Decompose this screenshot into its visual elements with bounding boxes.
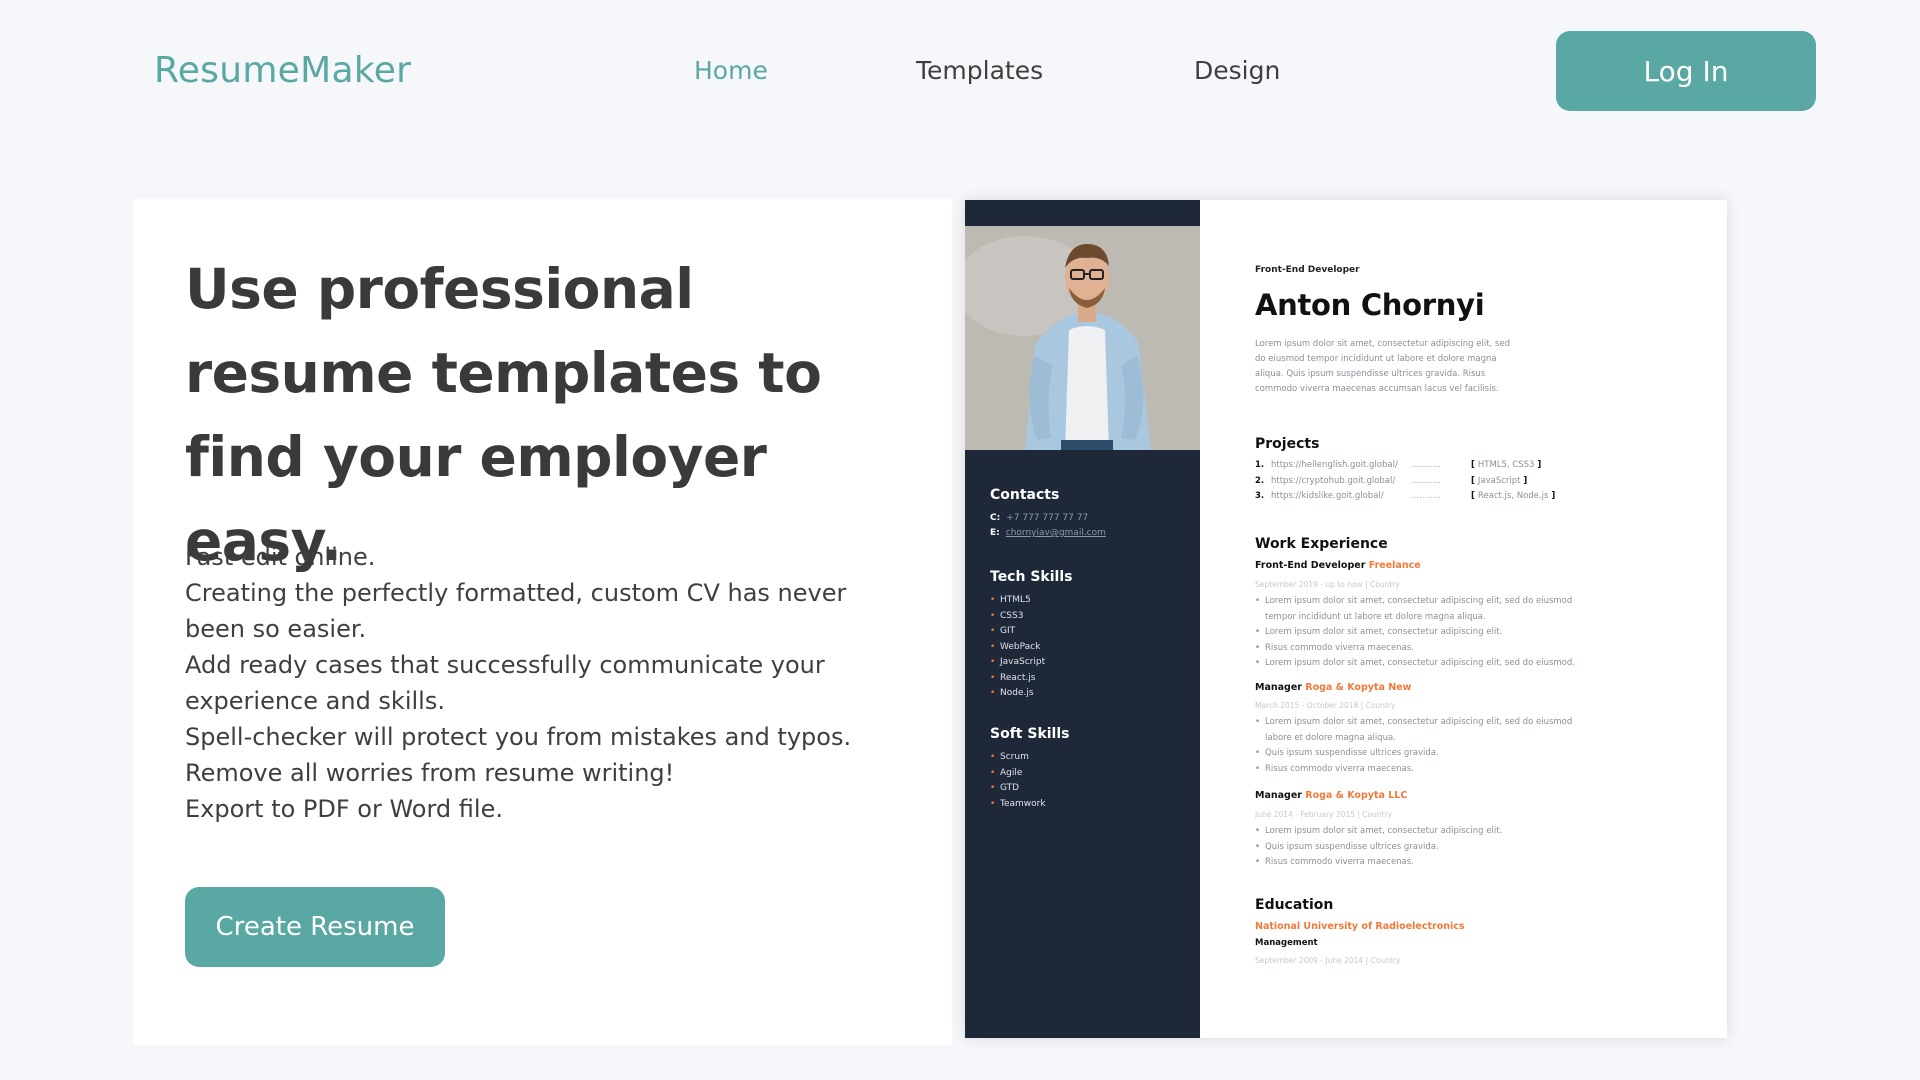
education-dates: September 2009 - June 2014 | Country (1255, 956, 1401, 965)
contact-email: E: chornyiav@gmail.com (990, 526, 1106, 541)
nav-templates-link[interactable]: Templates (916, 56, 1043, 85)
job-title: Front-End Developer Freelance (1255, 560, 1421, 571)
resume-preview[interactable]: Contacts C: +7 777 777 77 77 E: chornyiav@… (965, 200, 1727, 1038)
hero-line: Spell-checker will protect you from mist… (185, 723, 852, 751)
project-tech: React.js, Node.js (1477, 491, 1549, 501)
job-bullet: Risus commodo viverra maecenas. (1255, 641, 1600, 657)
soft-skills-title: Soft Skills (990, 726, 1070, 742)
hero-line: Remove all worries from resume writing! (185, 759, 675, 787)
soft-skills-section: Soft Skills Scrum Agile GTD Teamwork (990, 726, 1069, 812)
nav-design-link[interactable]: Design (1194, 56, 1280, 85)
job-role: Front-End Developer (1255, 560, 1366, 571)
bracket: ] (1520, 475, 1528, 486)
logo[interactable]: ResumeMaker (154, 50, 411, 91)
top-nav: ResumeMaker Home Templates Design Log In (0, 0, 1920, 140)
tech-skill-item: HTML5 (990, 593, 1072, 609)
hero-line: Fast edit online. (185, 543, 376, 571)
job-company: Roga & Kopyta New (1305, 682, 1412, 693)
bracket: ] (1548, 491, 1556, 501)
tech-skills-title: Tech Skills (990, 569, 1073, 585)
education-degree: Management (1255, 938, 1318, 948)
job-role: Manager (1255, 682, 1302, 693)
job-bullets: Lorem ipsum dolor sit amet, consectetur … (1255, 715, 1600, 777)
resume-bio: Lorem ipsum dolor sit amet, consectetur … (1255, 339, 1510, 394)
profile-photo (965, 226, 1200, 450)
project-item: 2. https://cryptohub.goit.global/........… (1255, 476, 1527, 486)
tech-skill-item: JavaScript (990, 655, 1072, 671)
work-experience-title: Work Experience (1255, 536, 1388, 552)
bracket: [ (1471, 475, 1478, 486)
project-item: 3. https://kidslike.goit.global/.........… (1255, 491, 1555, 501)
project-number: 2. (1255, 475, 1265, 486)
tech-skill-item: React.js (990, 671, 1072, 687)
job-bullet: Lorem ipsum dolor sit amet, consectetur … (1255, 625, 1600, 641)
tech-skill-item: GIT (990, 624, 1072, 640)
education-school: National University of Radioelectronics (1255, 921, 1465, 932)
login-button[interactable]: Log In (1556, 31, 1816, 111)
dot-leader: ........... (1411, 475, 1441, 486)
education-title: Education (1255, 897, 1334, 913)
job-title: Manager Roga & Kopyta New (1255, 682, 1411, 693)
nav-home-link[interactable]: Home (694, 56, 768, 85)
dot-leader: ........... (1411, 460, 1441, 470)
email-label: E: (990, 528, 1000, 538)
job-bullet: Lorem ipsum dolor sit amet, consectetur … (1255, 594, 1600, 625)
tech-skill-item: Node.js (990, 686, 1072, 702)
tech-skill-item: WebPack (990, 640, 1072, 656)
job-bullet: Quis ipsum suspendisse ultrices gravida. (1255, 840, 1600, 856)
contact-phone: C: +7 777 777 77 77 (990, 511, 1106, 526)
phone-value: +7 777 777 77 77 (1006, 513, 1089, 523)
job-dates: June 2014 - February 2015 | Country (1255, 810, 1393, 819)
job-bullet: Lorem ipsum dolor sit amet, consectetur … (1255, 824, 1600, 840)
hero-line: Creating the perfectly formatted, custom… (185, 579, 847, 643)
resume-name: Anton Chornyi (1255, 288, 1485, 322)
contacts-section: Contacts C: +7 777 777 77 77 E: chornyiav@… (990, 487, 1106, 541)
project-tech: HTML5, CSS3 (1477, 460, 1535, 470)
bracket: [ (1471, 460, 1478, 470)
projects-title: Projects (1255, 436, 1320, 452)
job-bullets: Lorem ipsum dolor sit amet, consectetur … (1255, 594, 1600, 672)
create-resume-button[interactable]: Create Resume (185, 887, 445, 967)
tech-skill-item: CSS3 (990, 609, 1072, 625)
job-bullet: Risus commodo viverra maecenas. (1255, 855, 1600, 871)
job-bullet: Lorem ipsum dolor sit amet, consectetur … (1255, 656, 1600, 672)
job-dates: September 2019 - up to now | Country (1255, 580, 1400, 589)
job-bullet: Lorem ipsum dolor sit amet, consectetur … (1255, 715, 1600, 746)
bracket: [ (1471, 491, 1478, 501)
tech-skills-section: Tech Skills HTML5 CSS3 GIT WebPack JavaS… (990, 569, 1072, 702)
hero-line: Export to PDF or Word file. (185, 795, 503, 823)
dot-leader: ........... (1411, 491, 1441, 501)
soft-skill-item: Agile (990, 766, 1069, 782)
job-title: Manager Roga & Kopyta LLC (1255, 790, 1407, 801)
hero-headline: Use professional resume templates to fin… (185, 257, 822, 573)
hero-card: Use professional resume templates to fin… (133, 199, 952, 1045)
project-url[interactable]: https://kidslike.goit.global/ (1271, 491, 1411, 501)
bracket: ] (1534, 460, 1542, 470)
resume-sidebar: Contacts C: +7 777 777 77 77 E: chornyiav@… (965, 200, 1200, 1038)
soft-skill-item: Teamwork (990, 797, 1069, 813)
job-company: Freelance (1368, 560, 1421, 571)
job-bullets: Lorem ipsum dolor sit amet, consectetur … (1255, 824, 1600, 871)
soft-skill-item: Scrum (990, 750, 1069, 766)
job-company: Roga & Kopyta LLC (1305, 790, 1408, 801)
email-link[interactable]: chornyiav@gmail.com (1006, 528, 1106, 538)
project-url[interactable]: https://hellenglish.goit.global/ (1271, 460, 1411, 470)
project-tech: JavaScript (1477, 475, 1521, 486)
phone-label: C: (990, 513, 1001, 523)
resume-role: Front-End Developer (1255, 265, 1360, 275)
hero-description: Fast edit online. Creating the perfectly… (185, 539, 885, 827)
job-bullet: Quis ipsum suspendisse ultrices gravida. (1255, 746, 1600, 762)
project-item: 1. https://hellenglish.goit.global/......… (1255, 460, 1541, 470)
hero-line: Add ready cases that successfully commun… (185, 651, 825, 715)
job-dates: March 2015 - October 2018 | Country (1255, 701, 1396, 710)
job-bullet: Risus commodo viverra maecenas. (1255, 762, 1600, 778)
project-url[interactable]: https://cryptohub.goit.global/ (1271, 476, 1411, 486)
soft-skill-item: GTD (990, 781, 1069, 797)
contacts-title: Contacts (990, 487, 1060, 503)
job-role: Manager (1255, 790, 1302, 801)
project-number: 3. (1255, 491, 1265, 501)
project-number: 1. (1255, 460, 1265, 470)
